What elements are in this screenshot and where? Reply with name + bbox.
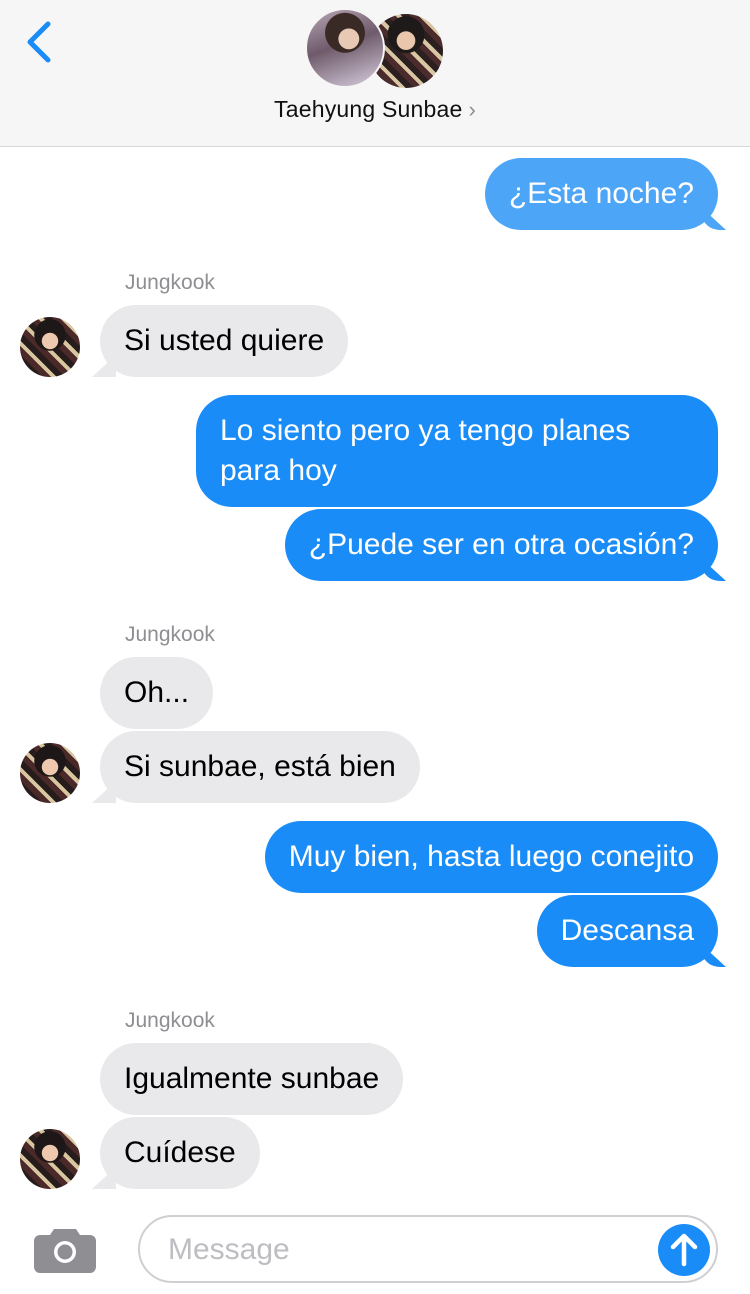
incoming-message[interactable]: Si sunbae, está bien <box>100 731 420 803</box>
camera-button[interactable] <box>34 1225 96 1273</box>
incoming-message[interactable]: Oh... <box>100 657 214 729</box>
contact-name: Taehyung Sunbae <box>274 96 463 122</box>
chevron-left-icon <box>27 21 51 63</box>
outgoing-message[interactable]: Descansa <box>536 895 718 967</box>
contact-name-button[interactable]: Taehyung Sunbae › <box>0 96 750 123</box>
contact-avatars[interactable] <box>305 8 445 90</box>
incoming-message[interactable]: Cuídese <box>100 1117 260 1189</box>
avatar <box>20 1129 80 1189</box>
sender-label: Jungkook <box>125 271 215 294</box>
message-input[interactable] <box>168 1229 638 1271</box>
camera-icon <box>34 1229 96 1273</box>
arrow-up-icon <box>670 1233 698 1267</box>
outgoing-message[interactable]: ¿Puede ser en otra ocasión? <box>284 509 718 581</box>
avatar <box>305 8 385 88</box>
sender-label: Jungkook <box>125 623 215 646</box>
chat-header: Taehyung Sunbae › <box>0 0 750 147</box>
outgoing-message[interactable]: Lo siento pero ya tengo planes para hoy <box>196 395 718 507</box>
sender-label: Jungkook <box>125 1009 215 1032</box>
outgoing-message[interactable]: Muy bien, hasta luego conejito <box>264 821 718 893</box>
incoming-message[interactable]: Si usted quiere <box>100 305 349 377</box>
incoming-message[interactable]: Igualmente sunbae <box>100 1043 404 1115</box>
chevron-right-icon: › <box>468 97 476 122</box>
back-button[interactable] <box>18 18 62 66</box>
send-button[interactable] <box>658 1224 710 1276</box>
avatar <box>20 743 80 803</box>
message-field[interactable] <box>138 1215 718 1283</box>
outgoing-message[interactable]: ¿Esta noche? <box>484 158 718 230</box>
avatar <box>20 317 80 377</box>
